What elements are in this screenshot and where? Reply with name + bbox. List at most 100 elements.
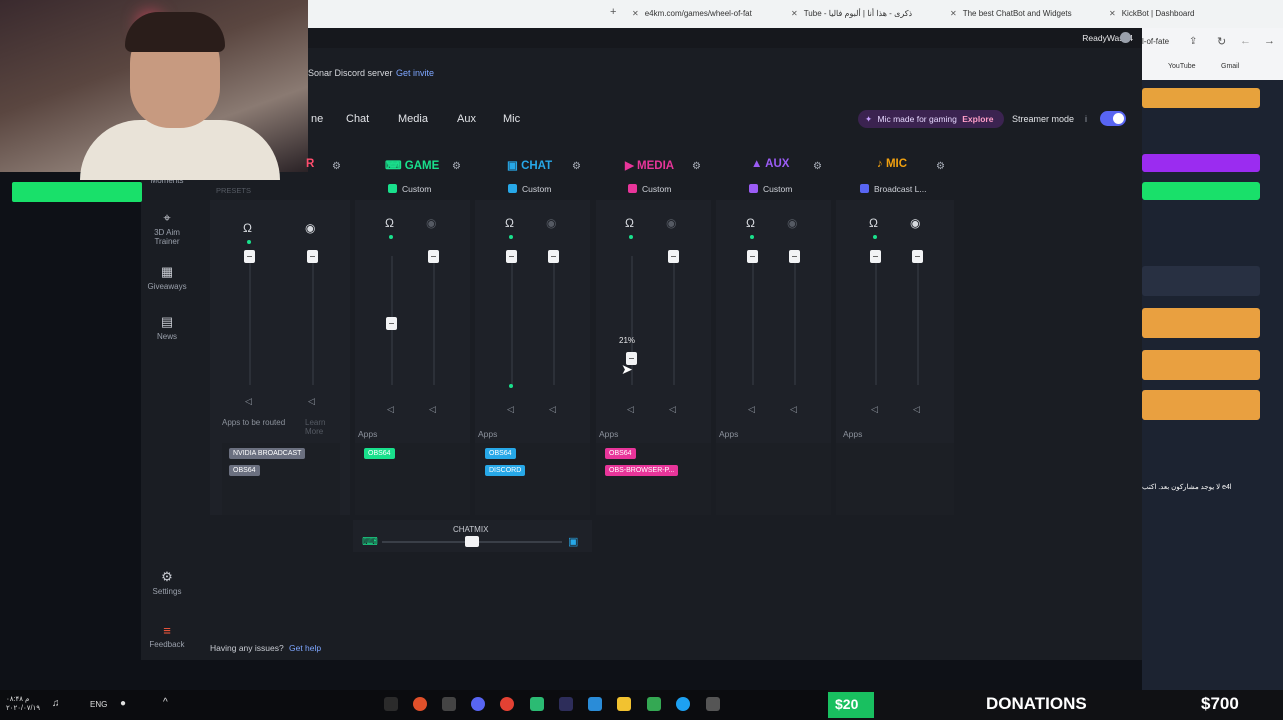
headphones-icon[interactable]: Ω <box>746 216 755 230</box>
fader-track[interactable] <box>917 256 919 385</box>
speaker-icon[interactable]: ◁ <box>790 404 797 415</box>
speaker-icon[interactable]: ◁ <box>308 396 315 407</box>
share-icon[interactable]: ⇪ <box>1189 36 1197 47</box>
stream-volume-fader[interactable] <box>548 250 559 263</box>
browser-tab[interactable]: ✕ Tube - ذكرى - هذا أنا | ألبوم فاليا <box>791 6 941 22</box>
site-input[interactable] <box>1142 266 1260 296</box>
headphones-icon[interactable]: Ω <box>625 216 634 230</box>
speaker-icon[interactable]: ◁ <box>669 404 676 415</box>
app-pill[interactable]: OBS64 <box>605 448 636 459</box>
gear-icon[interactable]: ⚙ <box>332 161 341 172</box>
broadcast-icon[interactable]: ◉ <box>787 216 797 230</box>
speaker-icon[interactable]: ◁ <box>429 404 436 415</box>
fader-track[interactable] <box>249 256 251 385</box>
stream-volume-fader[interactable] <box>428 250 439 263</box>
volume-icon[interactable]: ♫ <box>52 698 60 709</box>
app-pill[interactable]: DISCORD <box>485 465 526 476</box>
app-pill[interactable]: OBS64 <box>485 448 516 459</box>
app-icon[interactable] <box>647 697 661 711</box>
sidebar-item-feedback[interactable]: ≡ Feedback <box>141 623 193 649</box>
chevron-up-icon[interactable]: ^ <box>163 697 168 708</box>
language-indicator[interactable]: ENG <box>90 700 107 709</box>
stream-volume-fader[interactable] <box>789 250 800 263</box>
fader-track[interactable] <box>673 256 675 385</box>
monitor-volume-fader[interactable] <box>386 317 397 331</box>
gear-icon[interactable]: ⚙ <box>572 161 581 172</box>
headphones-icon[interactable]: Ω <box>869 216 878 230</box>
app-icon[interactable] <box>559 697 573 711</box>
headphones-icon[interactable]: Ω <box>505 216 514 230</box>
chatmix-slider[interactable] <box>465 536 479 547</box>
browser-tab[interactable]: ✕ The best ChatBot and Widgets <box>950 6 1100 22</box>
reload-icon[interactable]: ↻ <box>1217 35 1226 48</box>
tab-chat[interactable]: Chat <box>346 113 369 125</box>
speaker-icon[interactable]: ◁ <box>913 404 920 415</box>
speaker-icon[interactable]: ◁ <box>871 404 878 415</box>
app-pill[interactable]: NVIDIA BROADCAST <box>229 448 306 459</box>
mic-promo-pill[interactable]: ✦ Mic made for gaming Explore <box>858 110 1004 128</box>
get-help-link[interactable]: Get help <box>289 643 321 653</box>
site-button[interactable] <box>1142 390 1260 420</box>
preset-game[interactable]: Custom <box>388 184 431 194</box>
learn-more-link[interactable]: Learn More <box>305 418 335 436</box>
monitor-volume-fader[interactable] <box>747 250 758 263</box>
broadcast-icon[interactable]: ◉ <box>426 216 436 230</box>
address-bar-text[interactable]: l-of-fate <box>1142 37 1169 46</box>
chrome-icon[interactable] <box>500 697 514 711</box>
get-invite-link[interactable]: Get invite <box>396 68 434 78</box>
fader-track[interactable] <box>794 256 796 385</box>
fader-track[interactable] <box>875 256 877 385</box>
stream-volume-fader[interactable] <box>912 250 923 263</box>
headphones-icon[interactable]: Ω <box>243 221 252 235</box>
browser-tab[interactable]: ✕ KickBot | Dashboard <box>1109 6 1249 22</box>
bookmark-gmail[interactable]: Gmail <box>1221 63 1239 70</box>
edge-icon[interactable] <box>676 697 690 711</box>
microphone-icon[interactable]: ● <box>120 698 126 709</box>
site-button[interactable] <box>1142 308 1260 338</box>
broadcast-icon[interactable]: ◉ <box>910 216 920 230</box>
sidebar-item-aim-trainer[interactable]: ⌖ 3D Aim Trainer <box>141 210 193 246</box>
gear-icon[interactable]: ⚙ <box>813 161 822 172</box>
obs-icon[interactable] <box>413 697 427 711</box>
sidebar-item-giveaways[interactable]: ▦ Giveaways <box>141 264 193 291</box>
app-icon[interactable] <box>588 697 602 711</box>
stream-volume-fader[interactable] <box>307 250 318 263</box>
sidebar-item-settings[interactable]: ⚙ Settings <box>141 569 193 596</box>
fader-track[interactable] <box>433 256 435 385</box>
monitor-volume-fader[interactable] <box>870 250 881 263</box>
sidebar-item-news[interactable]: ▤ News <box>141 314 193 341</box>
broadcast-icon[interactable]: ◉ <box>305 221 315 235</box>
avatar[interactable] <box>1120 32 1131 43</box>
clock[interactable]: ۰۸:۴۸ م ۲۰۲۰/۰۷/۱۹ <box>6 695 40 713</box>
forward-icon[interactable]: → <box>1264 35 1275 47</box>
new-tab-icon[interactable]: + <box>610 4 616 20</box>
speaker-icon[interactable]: ◁ <box>627 404 634 415</box>
stream-volume-fader[interactable] <box>668 250 679 263</box>
speaker-icon[interactable]: ◁ <box>387 404 394 415</box>
preset-chat[interactable]: Custom <box>508 184 551 194</box>
gear-icon[interactable]: ⚙ <box>452 161 461 172</box>
speaker-icon[interactable]: ◁ <box>507 404 514 415</box>
tab-mic[interactable]: Mic <box>503 113 520 125</box>
monitor-volume-fader[interactable] <box>244 250 255 263</box>
back-icon[interactable]: ← <box>1240 35 1251 47</box>
fader-track[interactable] <box>553 256 555 385</box>
folder-icon[interactable] <box>617 697 631 711</box>
app-pill[interactable]: OBS-BROWSER-P... <box>605 465 679 476</box>
fader-track[interactable] <box>312 256 314 385</box>
apps-dropzone[interactable] <box>836 443 954 515</box>
broadcast-icon[interactable]: ◉ <box>546 216 556 230</box>
bookmark-youtube[interactable]: YouTube <box>1168 63 1196 70</box>
browser-tab[interactable]: ✕ e4km.com/games/wheel-of-fat <box>632 6 782 22</box>
fader-track[interactable] <box>752 256 754 385</box>
gear-icon[interactable]: ⚙ <box>936 161 945 172</box>
speaker-icon[interactable]: ◁ <box>549 404 556 415</box>
app-icon[interactable] <box>706 697 720 711</box>
speaker-icon[interactable]: ◁ <box>245 396 252 407</box>
steelseries-icon[interactable] <box>442 697 456 711</box>
streamer-mode-toggle[interactable] <box>1100 111 1126 126</box>
apps-dropzone[interactable] <box>716 443 831 515</box>
preset-media[interactable]: Custom <box>628 184 671 194</box>
tab-game[interactable]: ne <box>311 113 323 125</box>
monitor-volume-fader[interactable] <box>506 250 517 263</box>
